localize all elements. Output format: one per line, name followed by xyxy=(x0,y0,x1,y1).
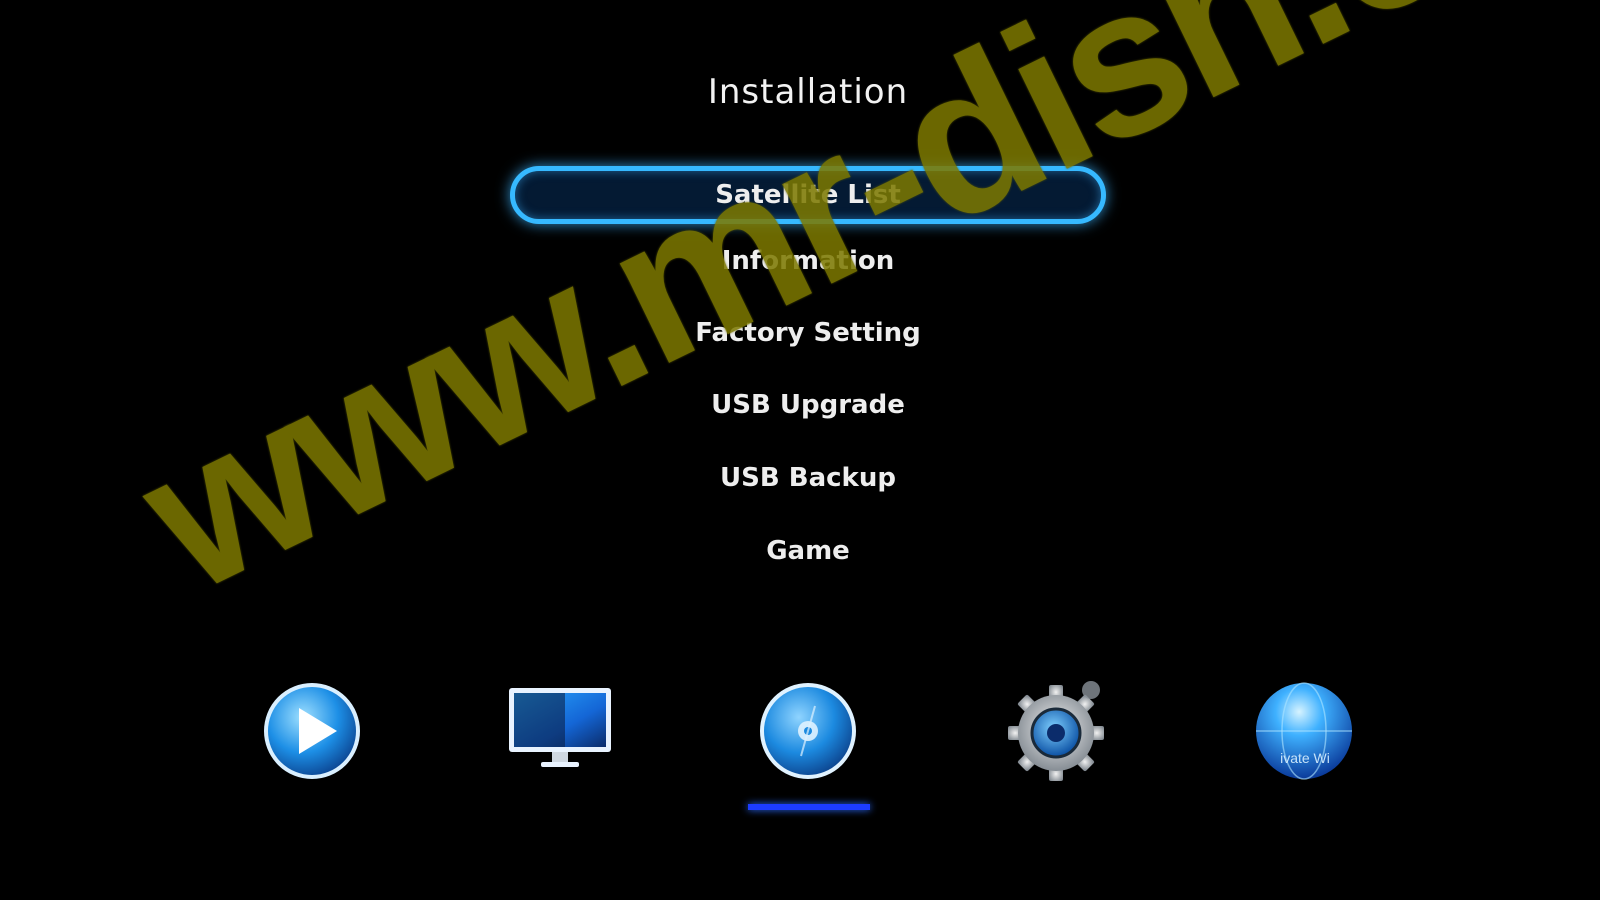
globe-network-icon xyxy=(1256,682,1352,780)
settings-gear-icon xyxy=(1008,681,1104,781)
installation-disc-icon xyxy=(760,683,856,779)
menu-item-game[interactable]: Game xyxy=(766,536,850,566)
media-play-icon xyxy=(264,683,360,779)
active-tab-indicator xyxy=(748,804,870,810)
dock-item-settings[interactable] xyxy=(1001,676,1111,786)
network-caption: ivate Wi xyxy=(1280,750,1330,766)
menu-item-usb-upgrade[interactable]: USB Upgrade xyxy=(711,390,905,420)
dock-item-tv[interactable] xyxy=(505,676,615,786)
dock-item-installation[interactable] xyxy=(753,676,863,786)
dock-item-media[interactable] xyxy=(257,676,367,786)
dock-item-network[interactable]: ivate Wi xyxy=(1249,676,1359,786)
tv-monitor-icon xyxy=(509,688,611,767)
menu-item-usb-backup[interactable]: USB Backup xyxy=(720,463,896,493)
